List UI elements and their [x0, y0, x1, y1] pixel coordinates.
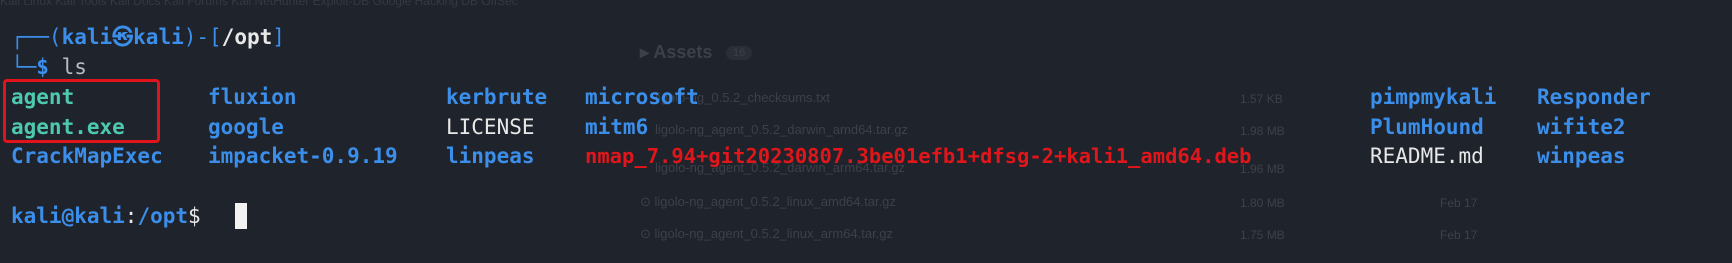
background-file-size: 1.75 MB — [1240, 228, 1285, 242]
command-line: └─$ ls — [11, 55, 87, 79]
list-item-directory: impacket-0.9.19 — [208, 144, 398, 168]
background-file-size: 1.80 MB — [1240, 196, 1285, 210]
command-text: ls — [48, 55, 87, 79]
current-prompt-line[interactable]: kali@kali:/opt$ — [11, 201, 213, 231]
prompt-dollar: $ — [188, 204, 214, 228]
list-item-directory: linpeas — [446, 144, 535, 168]
terminal-window[interactable]: Kali Linux Kali Tools Kali Docs Kali For… — [0, 0, 1732, 263]
list-item-directory: google — [208, 115, 284, 139]
highlight-annotation-box — [3, 79, 160, 143]
bullet-icon: ▸ — [640, 42, 654, 62]
kali-icon: ㉿ — [112, 25, 134, 49]
list-item-directory: wifite2 — [1537, 115, 1626, 139]
list-item-directory: mitm6 — [585, 115, 649, 139]
background-file-size: 1.57 KB — [1240, 92, 1283, 106]
list-item-directory: pimpmykali — [1370, 85, 1497, 109]
prompt-header-line: ┌──(kali㉿kali)-[/opt] — [11, 25, 285, 49]
background-bookmarks: Kali Linux Kali Tools Kali Docs Kali For… — [0, 0, 518, 8]
background-assets-count: 16 — [726, 46, 753, 60]
list-item-directory: microsoft — [585, 85, 699, 109]
background-file-row: ⊙ ligolo-ng_agent_0.5.2_linux_amd64.tar.… — [640, 194, 896, 209]
prompt-dollar: $ — [36, 55, 49, 79]
background-assets-heading: ▸ Assets — [640, 42, 713, 62]
background-file-date: Feb 17 — [1440, 196, 1478, 210]
prompt-cwd: /opt — [137, 204, 189, 228]
list-item-directory: CrackMapExec — [11, 144, 163, 168]
prompt-host: kali — [133, 25, 184, 49]
background-file-row: ligolo-ng_agent_0.5.2_darwin_amd64.tar.g… — [655, 122, 908, 137]
list-item-directory: kerbrute — [446, 85, 548, 109]
list-item-archive: nmap_7.94+git20230807.3be01efb1+dfsg-2+k… — [585, 144, 1252, 168]
text-cursor[interactable] — [235, 203, 247, 229]
prompt-user: kali — [61, 25, 113, 49]
prompt-cwd: /opt — [221, 25, 273, 49]
list-item-file: LICENSE — [446, 115, 535, 139]
list-item-directory: fluxion — [208, 85, 297, 109]
package-icon: ⊙ — [640, 226, 655, 241]
background-file-row: ⊙ ligolo-ng_agent_0.5.2_linux_arm64.tar.… — [640, 226, 894, 241]
prompt-user-host: kali@kali — [11, 204, 125, 228]
background-file-size: 1.98 MB — [1240, 124, 1285, 138]
list-item-file: README.md — [1370, 144, 1484, 168]
background-file-date: Feb 17 — [1440, 228, 1478, 242]
list-item-directory: PlumHound — [1370, 115, 1484, 139]
package-icon: ⊙ — [640, 194, 655, 209]
list-item-directory: Responder — [1537, 85, 1651, 109]
list-item-directory: winpeas — [1537, 144, 1626, 168]
